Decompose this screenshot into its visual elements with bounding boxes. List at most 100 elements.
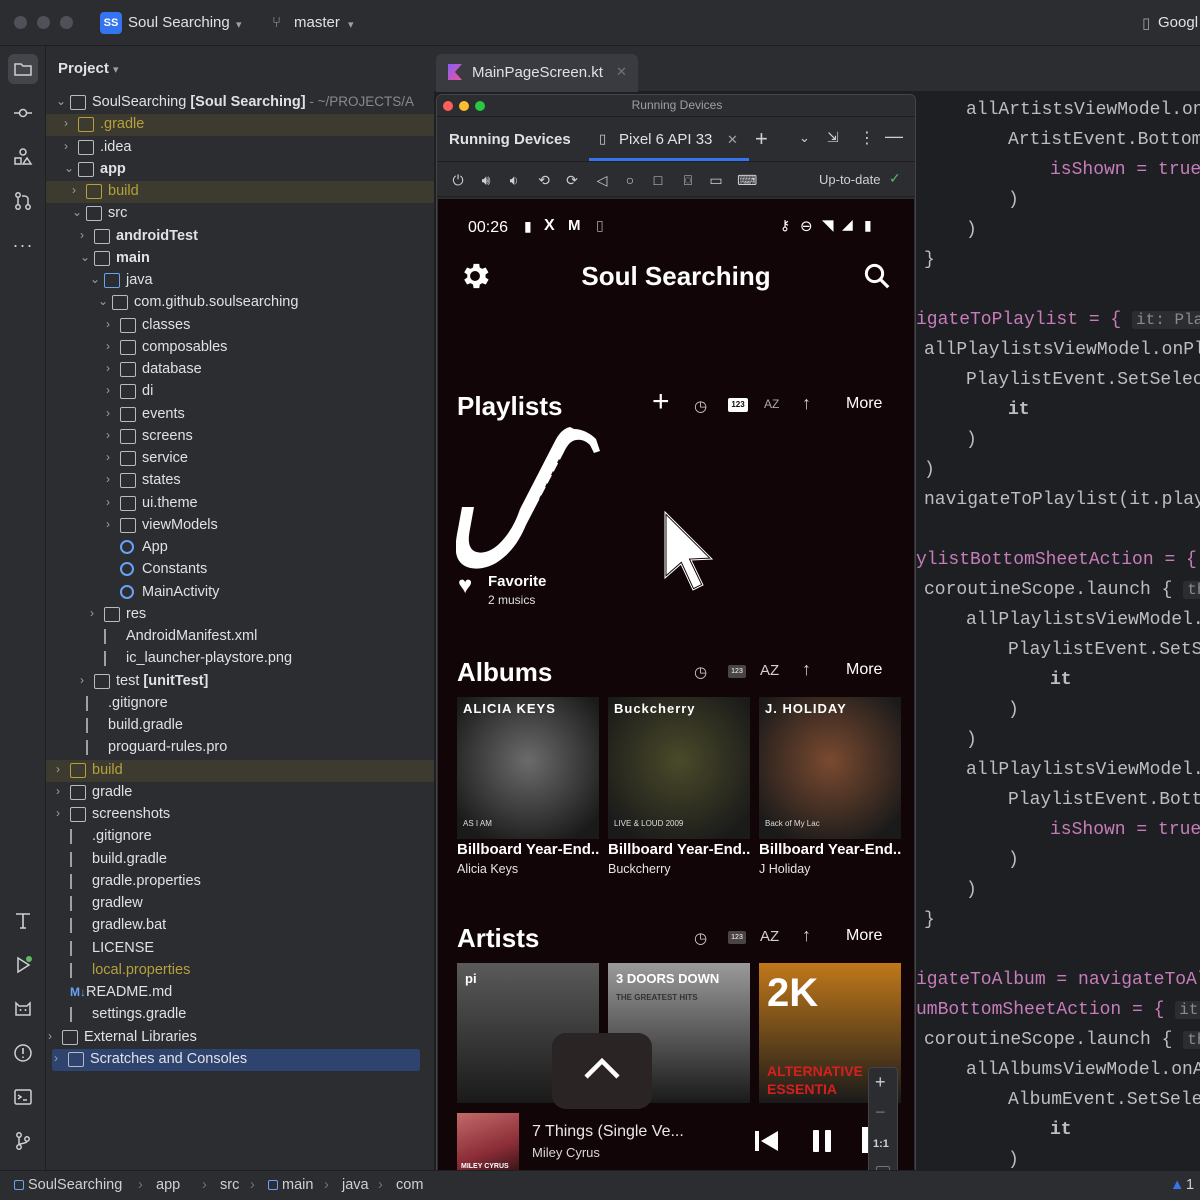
chevron-right-icon[interactable]: ›	[106, 317, 118, 333]
minimize-window-button[interactable]	[37, 16, 50, 29]
sort-alpha-icon[interactable]: AZ	[760, 928, 779, 945]
tree-item[interactable]: › build	[46, 759, 434, 782]
breadcrumb-item[interactable]: main	[282, 1177, 313, 1193]
chevron-down-icon[interactable]: ⌄	[56, 94, 68, 110]
zoom-in-icon[interactable]: +	[875, 1072, 886, 1093]
chevron-right-icon[interactable]: ›	[106, 339, 118, 355]
tree-item[interactable]: › res	[46, 604, 434, 626]
chevron-right-icon[interactable]: ›	[72, 183, 84, 199]
breadcrumb-item[interactable]: src	[220, 1177, 239, 1193]
tree-item[interactable]: › viewModels	[46, 515, 434, 537]
close-tab-icon[interactable]: ✕	[727, 132, 738, 148]
tree-item[interactable]: build.gradle	[46, 715, 434, 737]
close-window-button[interactable]	[14, 16, 27, 29]
chevron-right-icon[interactable]: ›	[106, 495, 118, 511]
tree-item[interactable]: › build	[46, 181, 434, 203]
tree-item[interactable]: › classes	[46, 315, 434, 337]
chevron-down-icon[interactable]: ⌄	[90, 272, 102, 288]
tree-item[interactable]: › .idea	[46, 137, 434, 159]
album-cover[interactable]: Buckcherry LIVE & LOUD 2009	[608, 697, 750, 839]
rotate-right-icon[interactable]: ⟳	[563, 171, 581, 189]
tree-item[interactable]: LICENSE	[46, 938, 434, 960]
camera-icon[interactable]: ⌼	[679, 171, 697, 189]
player-cover[interactable]: MILEY CYRUS	[457, 1113, 519, 1175]
minimize-icon[interactable]: —	[885, 126, 903, 147]
tree-item[interactable]: › test [unitTest]	[46, 671, 434, 693]
rotate-left-icon[interactable]: ⟲	[535, 171, 553, 189]
sort-count-icon[interactable]: 123	[728, 398, 748, 412]
tree-item[interactable]: local.properties	[46, 960, 434, 982]
project-badge[interactable]: SS	[100, 12, 122, 34]
problems-tool-button[interactable]	[8, 1038, 38, 1068]
tree-item[interactable]: ⌄ src	[46, 203, 434, 225]
tree-item[interactable]: gradlew	[46, 893, 434, 915]
tab-pixel-6[interactable]: ▯ Pixel 6 API 33 ✕	[589, 117, 749, 161]
tree-item[interactable]: gradlew.bat	[46, 915, 434, 937]
tree-item[interactable]: build.gradle	[46, 849, 434, 871]
sort-direction-icon[interactable]: ↑	[802, 925, 811, 946]
chevron-right-icon[interactable]: ›	[56, 784, 68, 800]
tree-item[interactable]: App	[46, 537, 434, 559]
tree-item[interactable]: .gitignore	[46, 693, 434, 715]
tree-item[interactable]: › Scratches and Consoles	[52, 1048, 420, 1071]
add-playlist-icon[interactable]: +	[652, 385, 670, 419]
album-cover[interactable]: J. HOLIDAY Back of My Lac	[759, 697, 901, 839]
expand-player-button[interactable]	[552, 1033, 652, 1109]
chevron-right-icon[interactable]: ›	[80, 673, 92, 689]
sort-count-icon[interactable]: 123	[728, 931, 746, 944]
tree-item[interactable]: › External Libraries	[46, 1027, 434, 1049]
tree-item[interactable]: .gitignore	[46, 826, 434, 848]
tree-item[interactable]: › androidTest	[46, 226, 434, 248]
back-icon[interactable]: ◁	[593, 171, 611, 189]
device-screen[interactable]: 00:26 ▮ X M ▯ ⚷ ⊖ ◥ ◢ ▮ Soul Searching P…	[438, 199, 914, 1199]
tree-item[interactable]: › .gradle	[46, 114, 434, 137]
problems-count[interactable]: 1	[1186, 1177, 1194, 1193]
pause-icon[interactable]	[808, 1127, 836, 1155]
tree-item[interactable]: › database	[46, 359, 434, 381]
tree-item[interactable]: ⌄ main	[46, 248, 434, 270]
more-tools-button[interactable]: ···	[8, 230, 38, 260]
chevron-right-icon[interactable]: ›	[106, 517, 118, 533]
sort-recent-icon[interactable]: ◷	[694, 929, 707, 947]
chevron-right-icon[interactable]: ›	[64, 116, 76, 132]
albums-more-button[interactable]: More	[846, 661, 882, 679]
zoom-out-icon[interactable]: −	[875, 1102, 886, 1123]
tree-item[interactable]: settings.gradle	[46, 1004, 434, 1026]
tree-item[interactable]: › screenshots	[46, 804, 434, 826]
tree-item[interactable]: › screens	[46, 426, 434, 448]
tree-item[interactable]: MainActivity	[46, 582, 434, 604]
run-tool-button[interactable]	[8, 950, 38, 980]
previous-track-icon[interactable]	[752, 1127, 780, 1155]
text-tool-button[interactable]	[8, 906, 38, 936]
breadcrumb-item[interactable]: SoulSearching	[28, 1177, 122, 1193]
chevron-down-icon[interactable]: ⌄	[98, 294, 110, 310]
chevron-down-icon[interactable]: ⌄	[80, 250, 92, 266]
chevron-right-icon[interactable]: ›	[48, 1029, 60, 1045]
chevron-down-icon[interactable]: ⌄	[72, 205, 84, 221]
close-tab-icon[interactable]: ✕	[616, 64, 627, 80]
chevron-right-icon[interactable]: ›	[106, 406, 118, 422]
commit-tool-button[interactable]	[8, 98, 38, 128]
keyboard-icon[interactable]: ⌨	[737, 171, 757, 189]
chevron-right-icon[interactable]: ›	[106, 428, 118, 444]
warning-triangle-icon[interactable]: ▲	[1170, 1177, 1184, 1193]
zoom-window-button[interactable]	[60, 16, 73, 29]
playlists-more-button[interactable]: More	[846, 395, 882, 413]
collapse-icon[interactable]: ⇲	[827, 129, 839, 146]
sort-recent-icon[interactable]: ◷	[694, 397, 707, 415]
chevron-right-icon[interactable]: ›	[64, 139, 76, 155]
chevron-down-icon[interactable]: ⌄	[799, 130, 810, 146]
sort-direction-icon[interactable]: ↑	[802, 393, 811, 414]
overview-icon[interactable]: □	[649, 171, 667, 189]
code-editor[interactable]: allArtistsViewModel.on ArtistEvent.Bottom…	[916, 92, 1200, 1170]
sort-recent-icon[interactable]: ◷	[694, 663, 707, 681]
tree-item[interactable]: gradle.properties	[46, 871, 434, 893]
tree-item[interactable]: › events	[46, 404, 434, 426]
tree-item[interactable]: ⌄ SoulSearching [Soul Searching] - ~/PROJ…	[46, 92, 434, 114]
album-cover[interactable]: ALICIA KEYS AS I AM	[457, 697, 599, 839]
project-switcher[interactable]: Soul Searching	[128, 14, 230, 31]
project-tool-button[interactable]	[8, 54, 38, 84]
chevron-right-icon[interactable]: ›	[56, 762, 68, 778]
tree-item[interactable]: › composables	[46, 337, 434, 359]
project-pane-title[interactable]: Project ▾	[58, 60, 119, 77]
